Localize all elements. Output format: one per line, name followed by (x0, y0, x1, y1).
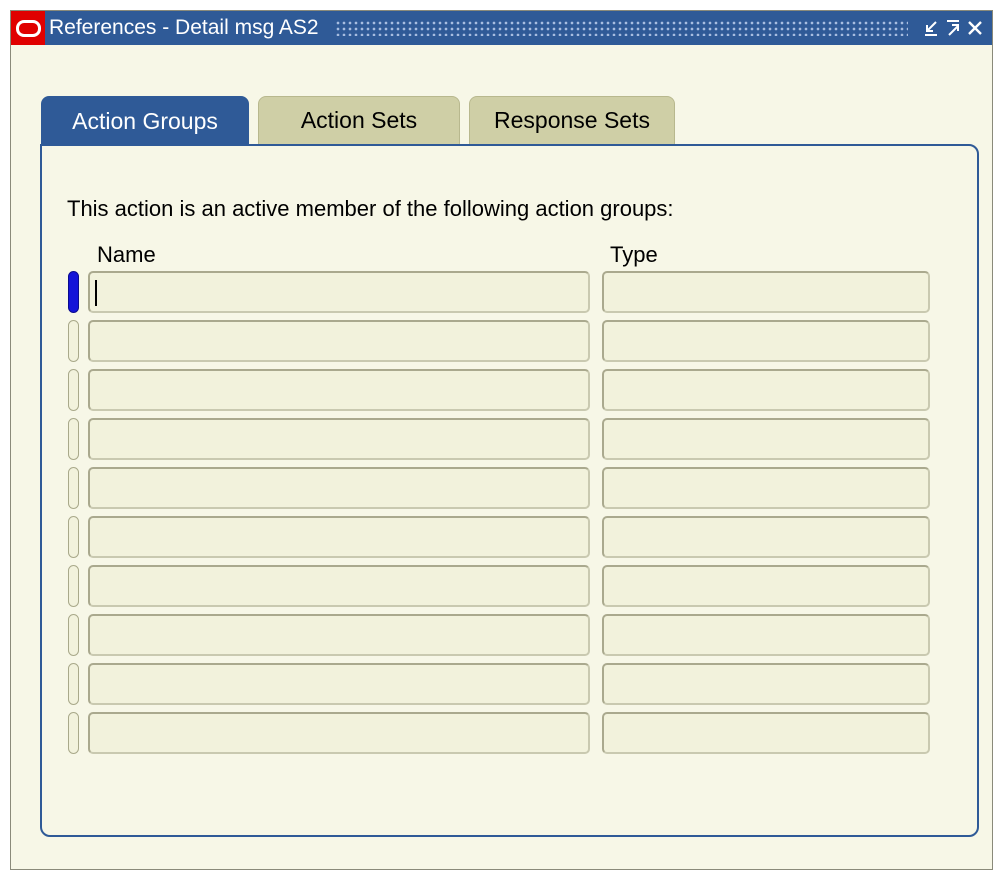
type-field[interactable] (602, 663, 930, 705)
record-indicator[interactable] (68, 369, 79, 411)
name-field[interactable] (88, 614, 590, 656)
table-row (42, 710, 942, 756)
type-field[interactable] (602, 369, 930, 411)
name-field[interactable] (88, 369, 590, 411)
table-row (42, 367, 942, 413)
type-field[interactable] (602, 516, 930, 558)
type-field[interactable] (602, 565, 930, 607)
table-row (42, 416, 942, 462)
name-field[interactable] (88, 712, 590, 754)
name-field[interactable] (88, 467, 590, 509)
name-field[interactable] (88, 320, 590, 362)
type-field[interactable] (602, 320, 930, 362)
tab-panel: This action is an active member of the f… (40, 144, 979, 837)
references-window: References - Detail msg AS2 Action Group… (10, 10, 993, 870)
text-cursor (95, 280, 97, 306)
type-field[interactable] (602, 614, 930, 656)
panel-prompt: This action is an active member of the f… (67, 196, 674, 221)
tab-response-sets[interactable]: Response Sets (469, 96, 675, 144)
table-row (42, 465, 942, 511)
tab-action-groups[interactable]: Action Groups (41, 96, 249, 146)
tab-action-sets[interactable]: Action Sets (258, 96, 460, 144)
oracle-logo-icon (11, 11, 45, 45)
record-indicator[interactable] (68, 271, 79, 313)
record-indicator[interactable] (68, 663, 79, 705)
record-indicator[interactable] (68, 516, 79, 558)
table-row (42, 563, 942, 609)
table-row (42, 612, 942, 658)
type-field[interactable] (602, 467, 930, 509)
title-bar-grip (334, 20, 908, 36)
name-field[interactable] (88, 271, 590, 313)
name-field[interactable] (88, 565, 590, 607)
record-indicator[interactable] (68, 614, 79, 656)
table-row (42, 269, 942, 315)
record-indicator[interactable] (68, 712, 79, 754)
maximize-icon[interactable] (942, 13, 964, 43)
record-indicator[interactable] (68, 320, 79, 362)
name-field[interactable] (88, 516, 590, 558)
column-header-type: Type (610, 242, 658, 267)
type-field[interactable] (602, 418, 930, 460)
table-row (42, 318, 942, 364)
record-indicator[interactable] (68, 467, 79, 509)
record-indicator[interactable] (68, 418, 79, 460)
record-indicator[interactable] (68, 565, 79, 607)
title-bar[interactable]: References - Detail msg AS2 (11, 11, 992, 45)
table-row (42, 514, 942, 560)
type-field[interactable] (602, 712, 930, 754)
type-field[interactable] (602, 271, 930, 313)
name-field[interactable] (88, 418, 590, 460)
table-row (42, 661, 942, 707)
window-title: References - Detail msg AS2 (49, 16, 319, 39)
close-icon[interactable] (964, 13, 986, 43)
minimize-icon[interactable] (920, 13, 942, 43)
column-header-name: Name (97, 242, 156, 267)
name-field[interactable] (88, 663, 590, 705)
